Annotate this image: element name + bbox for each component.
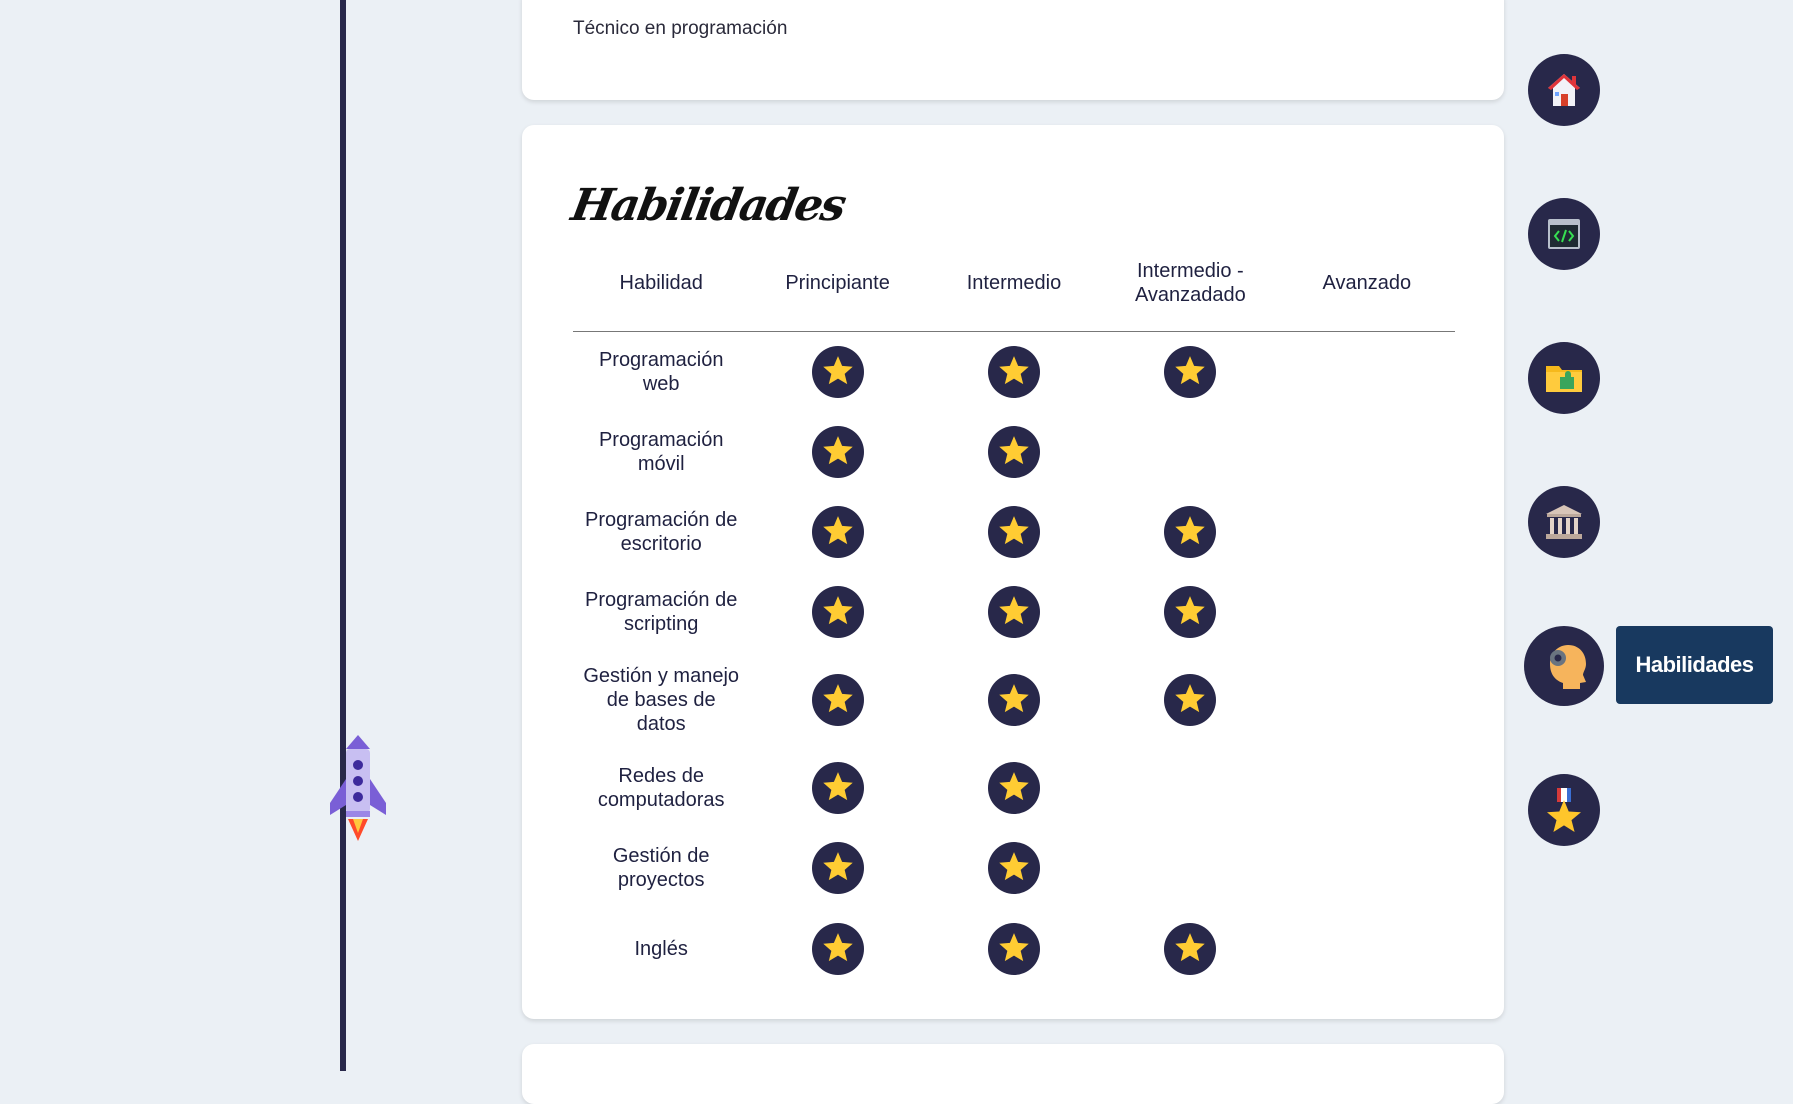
star-icon bbox=[811, 762, 864, 814]
star-icon bbox=[811, 842, 864, 894]
level-cell bbox=[1279, 908, 1455, 990]
level-cell bbox=[749, 492, 925, 572]
level-cell bbox=[1102, 332, 1278, 413]
skill-name: Gestión de proyectos bbox=[612, 845, 710, 891]
star-icon bbox=[811, 923, 864, 975]
skills-table: Habilidad Principiante Intermedio Interm… bbox=[573, 245, 1455, 990]
star-icon bbox=[811, 346, 864, 398]
skill-name: Gestión y manejo de bases de datos bbox=[583, 665, 740, 735]
level-cell bbox=[1279, 412, 1455, 492]
table-row: Gestión y manejo de bases de datos bbox=[573, 652, 1455, 748]
level-cell bbox=[1102, 652, 1278, 748]
nav-achievements-button[interactable] bbox=[1528, 774, 1600, 846]
head-gear-icon bbox=[1550, 645, 1586, 689]
level-cell bbox=[1102, 748, 1278, 828]
level-cell bbox=[1279, 332, 1455, 413]
education-card: Técnico en programación bbox=[522, 0, 1504, 100]
column-header: Intermedio bbox=[925, 245, 1103, 332]
level-cell bbox=[1102, 572, 1278, 652]
star-icon bbox=[1164, 586, 1217, 638]
table-row: Gestión de proyectos bbox=[573, 828, 1455, 908]
level-cell bbox=[1279, 572, 1455, 652]
star-icon bbox=[811, 674, 864, 726]
column-header: Intermedio - Avanzadado bbox=[1102, 245, 1279, 332]
code-window-icon bbox=[1548, 219, 1580, 249]
star-icon bbox=[1164, 506, 1217, 558]
level-cell bbox=[1102, 908, 1278, 990]
skill-name: Programación web bbox=[598, 349, 724, 395]
nav-education-button[interactable] bbox=[1528, 486, 1600, 558]
level-cell bbox=[1102, 492, 1278, 572]
star-icon bbox=[987, 346, 1040, 398]
level-cell bbox=[749, 332, 925, 413]
star-icon bbox=[987, 426, 1040, 478]
level-cell bbox=[749, 572, 925, 652]
star-icon bbox=[811, 586, 864, 638]
level-cell bbox=[1279, 748, 1455, 828]
level-cell bbox=[749, 652, 925, 748]
house-icon bbox=[1548, 74, 1580, 106]
table-row: Programación de scripting bbox=[573, 572, 1455, 652]
star-icon bbox=[987, 506, 1040, 558]
table-row: Inglés bbox=[573, 908, 1455, 990]
table-row: Programación móvil bbox=[573, 412, 1455, 492]
table-row: Programación de escritorio bbox=[573, 492, 1455, 572]
skill-name: Programación de escritorio bbox=[585, 509, 738, 555]
nav-skills-button[interactable] bbox=[1524, 626, 1604, 706]
skill-name: Programación de scripting bbox=[585, 589, 738, 635]
skills-card: Habilidades Habilidad Principiante Inter… bbox=[522, 125, 1504, 1019]
level-cell bbox=[926, 748, 1102, 828]
rocket-icon bbox=[326, 735, 390, 841]
next-section-card bbox=[522, 1044, 1504, 1104]
level-cell bbox=[749, 748, 925, 828]
level-cell bbox=[1279, 652, 1455, 748]
star-icon bbox=[1164, 923, 1217, 975]
level-cell bbox=[749, 828, 925, 908]
level-cell bbox=[926, 492, 1102, 572]
column-header: Habilidad bbox=[573, 245, 750, 332]
level-cell bbox=[749, 412, 925, 492]
star-icon bbox=[987, 674, 1040, 726]
folder-puzzle-icon bbox=[1546, 366, 1582, 392]
level-cell bbox=[1279, 492, 1455, 572]
table-row: Programación web bbox=[573, 332, 1455, 413]
level-cell bbox=[926, 332, 1102, 413]
education-degree: Técnico en programación bbox=[573, 18, 788, 39]
star-icon bbox=[811, 426, 864, 478]
star-icon bbox=[811, 506, 864, 558]
section-title: Habilidades bbox=[567, 180, 849, 231]
level-cell bbox=[1279, 828, 1455, 908]
level-cell bbox=[926, 572, 1102, 652]
table-header-row: Habilidad Principiante Intermedio Interm… bbox=[573, 245, 1455, 332]
level-cell bbox=[926, 652, 1102, 748]
star-icon bbox=[987, 586, 1040, 638]
nav-home-button[interactable] bbox=[1528, 54, 1600, 126]
nav-projects-button[interactable] bbox=[1528, 342, 1600, 414]
level-cell bbox=[1102, 412, 1278, 492]
institution-icon bbox=[1546, 505, 1582, 539]
skill-name: Programación móvil bbox=[598, 429, 724, 475]
timeline-line bbox=[340, 0, 346, 1071]
level-cell bbox=[749, 908, 925, 990]
star-icon bbox=[987, 923, 1040, 975]
star-icon bbox=[987, 842, 1040, 894]
level-cell bbox=[1102, 828, 1278, 908]
column-header: Principiante bbox=[749, 245, 926, 332]
star-icon bbox=[1164, 674, 1217, 726]
column-header: Avanzado bbox=[1278, 245, 1455, 332]
level-cell bbox=[926, 412, 1102, 492]
medal-icon bbox=[1547, 788, 1581, 832]
star-icon bbox=[1164, 346, 1217, 398]
skill-name: Inglés bbox=[634, 938, 688, 960]
nav-portfolio-button[interactable] bbox=[1528, 198, 1600, 270]
nav-tooltip: Habilidades bbox=[1616, 626, 1773, 704]
table-row: Redes de computadoras bbox=[573, 748, 1455, 828]
level-cell bbox=[926, 908, 1102, 990]
skill-name: Redes de computadoras bbox=[597, 765, 725, 811]
star-icon bbox=[987, 762, 1040, 814]
level-cell bbox=[926, 828, 1102, 908]
